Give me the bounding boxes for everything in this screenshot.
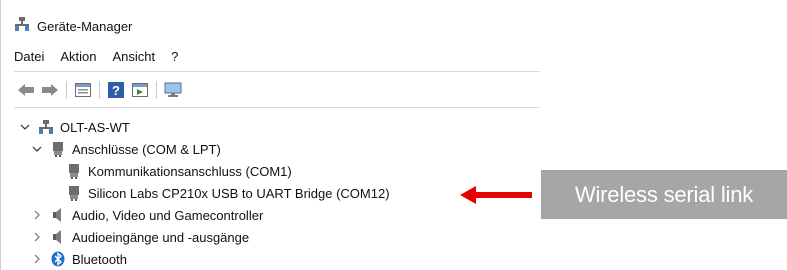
menu-bar: Datei Aktion Ansicht ?: [14, 49, 178, 64]
tree-node-computer[interactable]: OLT-AS-WT: [18, 116, 130, 138]
tree-node-audio-io[interactable]: Audioeingänge und -ausgänge: [30, 226, 249, 248]
menu-ansicht[interactable]: Ansicht: [113, 49, 156, 64]
chevron-right-icon[interactable]: [30, 252, 44, 266]
help-icon[interactable]: ?: [106, 80, 126, 100]
device-manager-icon: [14, 16, 30, 37]
tree-node-label: Audio, Video und Gamecontroller: [72, 207, 264, 223]
update-driver-icon[interactable]: [130, 80, 150, 100]
chevron-down-icon[interactable]: [18, 120, 32, 134]
toolbar-divider: [99, 81, 100, 99]
toolbar-divider-line: [14, 107, 540, 108]
tree-node-bluetooth[interactable]: Bluetooth: [30, 248, 127, 270]
tree-node-label: Kommunikationsanschluss (COM1): [88, 163, 292, 179]
tree-node-label: Bluetooth: [72, 251, 127, 267]
properties-icon[interactable]: [73, 80, 93, 100]
bluetooth-icon: [50, 251, 66, 267]
annotation-text: Wireless serial link: [574, 181, 754, 207]
port-icon: [66, 185, 82, 201]
menu-datei[interactable]: Datei: [14, 49, 44, 64]
speaker-icon: [50, 207, 66, 223]
window-border: [0, 0, 1, 270]
toolbar-divider: [156, 81, 157, 99]
tree-node-label: OLT-AS-WT: [60, 119, 130, 135]
device-manager-window: Geräte-Manager Datei Aktion Ansicht ? ? …: [0, 0, 540, 270]
svg-text:?: ?: [112, 83, 120, 98]
red-arrow-icon: [460, 186, 532, 204]
tree-node-com12[interactable]: Silicon Labs CP210x USB to UART Bridge (…: [66, 182, 390, 204]
menu-divider: [14, 71, 540, 72]
chevron-down-icon[interactable]: [30, 142, 44, 156]
tree-node-label: Silicon Labs CP210x USB to UART Bridge (…: [88, 185, 390, 201]
speaker-icon: [50, 229, 66, 245]
back-arrow-icon[interactable]: [16, 80, 36, 100]
tree-node-com1[interactable]: Kommunikationsanschluss (COM1): [66, 160, 292, 182]
monitor-icon[interactable]: [163, 80, 183, 100]
toolbar-divider: [66, 81, 67, 99]
computer-icon: [38, 119, 54, 135]
tree-node-audio-video[interactable]: Audio, Video und Gamecontroller: [30, 204, 263, 226]
menu-aktion[interactable]: Aktion: [60, 49, 96, 64]
port-icon: [50, 141, 66, 157]
port-icon: [66, 163, 82, 179]
chevron-right-icon[interactable]: [30, 230, 44, 244]
title-bar: Geräte-Manager: [14, 15, 132, 37]
chevron-right-icon[interactable]: [30, 208, 44, 222]
tree-node-label: Anschlüsse (COM & LPT): [72, 141, 221, 157]
menu-help[interactable]: ?: [171, 49, 178, 64]
toolbar: ?: [16, 79, 183, 101]
tree-node-ports[interactable]: Anschlüsse (COM & LPT): [30, 138, 221, 160]
forward-arrow-icon[interactable]: [40, 80, 60, 100]
window-title: Geräte-Manager: [37, 18, 133, 34]
annotation-label: Wireless serial link: [541, 170, 787, 219]
tree-node-label: Audioeingänge und -ausgänge: [72, 229, 250, 245]
